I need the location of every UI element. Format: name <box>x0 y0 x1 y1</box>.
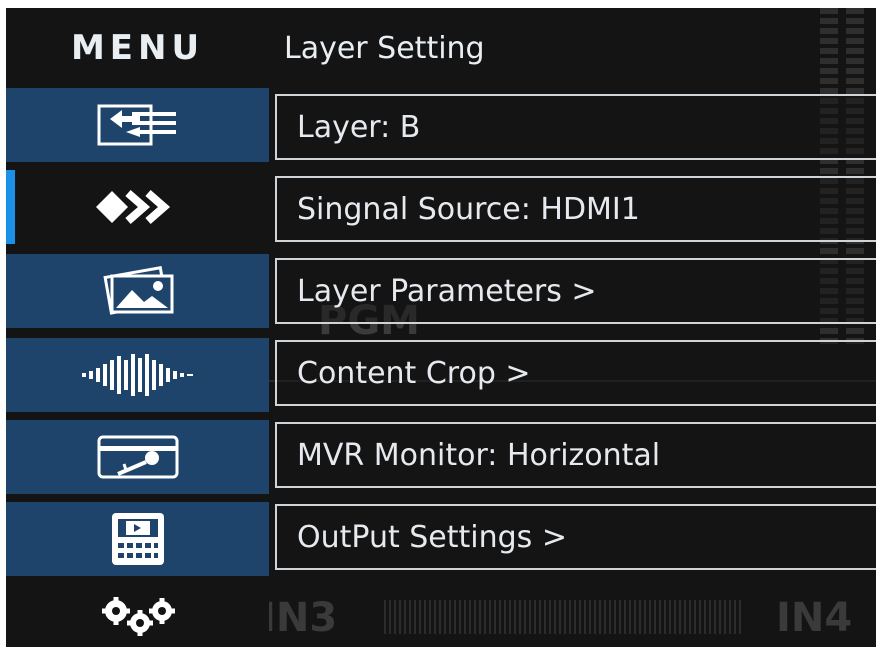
row-output-settings-label: OutPut Settings > <box>297 519 567 555</box>
key-card-icon <box>97 435 178 479</box>
row-content-crop[interactable]: Content Crop > <box>275 340 876 406</box>
row-mvr-monitor[interactable]: MVR Monitor: Horizontal <box>275 422 876 488</box>
row-signal-source-label: Singnal Source: HDMI1 <box>297 191 640 227</box>
signal-forward-icon <box>95 189 170 225</box>
row-layer[interactable]: Layer: B <box>275 94 876 160</box>
sidebar-item-key[interactable] <box>6 420 269 494</box>
sidebar-item-preset[interactable] <box>6 502 269 576</box>
row-layer-label: Layer: B <box>297 109 421 145</box>
sidebar-item-image[interactable] <box>6 254 269 328</box>
sidebar <box>6 88 269 647</box>
sidebar-item-layer[interactable] <box>6 170 269 244</box>
device-screen: PGM IN3 IN4 MENU Layer Setting Layer: B … <box>6 8 876 647</box>
in3-label: IN3 <box>261 595 338 641</box>
gears-icon <box>101 596 175 636</box>
row-output-settings[interactable]: OutPut Settings > <box>275 504 876 570</box>
row-layer-parameters[interactable]: Layer Parameters > <box>275 258 876 324</box>
top-strip <box>0 0 876 8</box>
active-indicator <box>6 170 15 244</box>
row-content-crop-label: Content Crop > <box>297 355 531 391</box>
row-layer-parameters-label: Layer Parameters > <box>297 273 597 309</box>
in-meter-middle <box>384 600 744 634</box>
audio-waveform-icon <box>81 354 193 396</box>
media-preset-icon <box>111 513 164 565</box>
top-clipped-glyph <box>0 0 50 6</box>
image-gallery-icon <box>102 266 173 315</box>
row-mvr-monitor-label: MVR Monitor: Horizontal <box>297 437 661 473</box>
in4-label: IN4 <box>776 595 853 641</box>
menu-title: MENU <box>70 28 205 68</box>
header: MENU Layer Setting <box>6 8 876 88</box>
sidebar-item-input[interactable] <box>6 88 269 162</box>
row-signal-source[interactable]: Singnal Source: HDMI1 <box>275 176 876 242</box>
input-switch-icon <box>97 104 176 146</box>
sidebar-item-settings[interactable] <box>6 586 269 647</box>
sidebar-item-audio[interactable] <box>6 338 269 412</box>
page-title: Layer Setting <box>284 30 485 66</box>
